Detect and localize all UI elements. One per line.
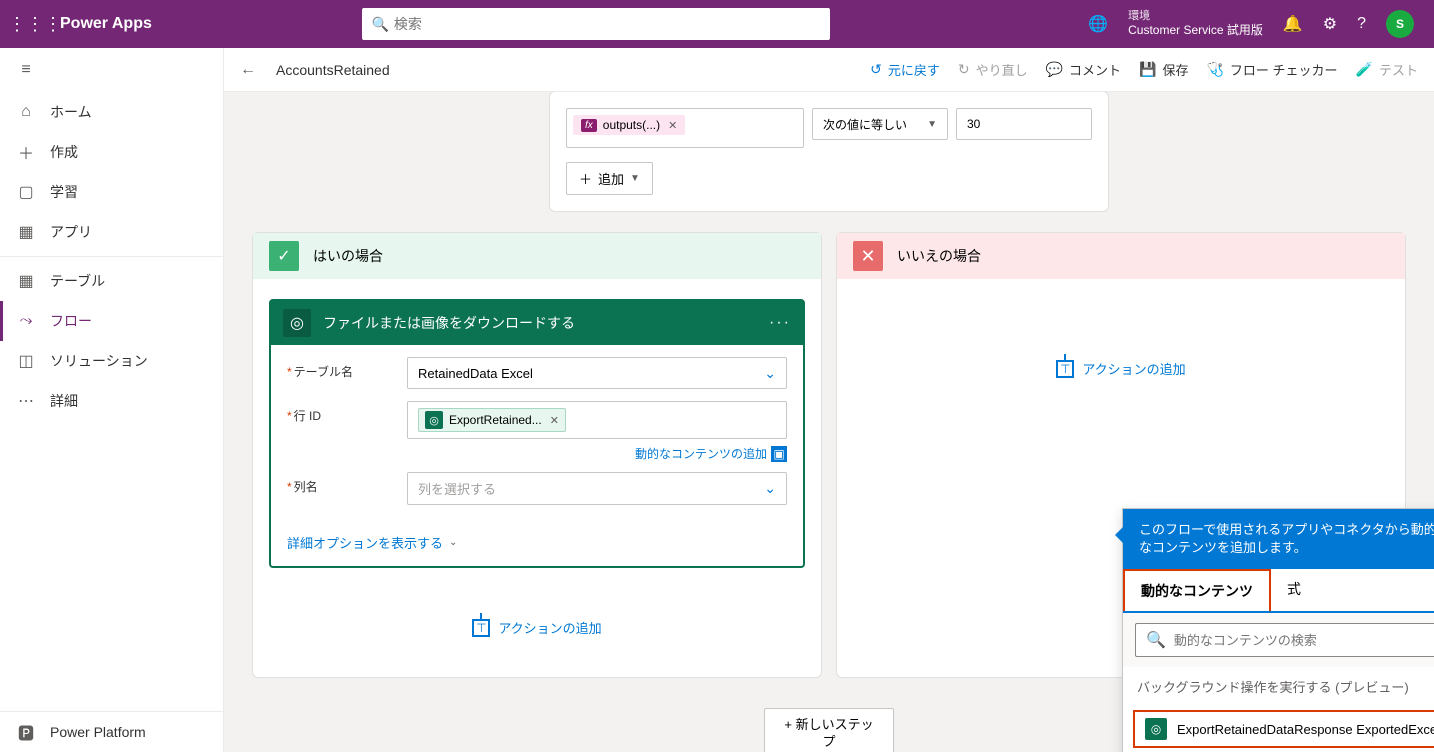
help-icon[interactable]: ?: [1357, 15, 1366, 33]
panel-beak: [1115, 527, 1123, 543]
test-button: 🧪テスト: [1356, 60, 1418, 79]
check-icon: ✓: [269, 241, 299, 271]
close-icon: ✕: [853, 241, 883, 271]
condition-operator-select[interactable]: 次の値に等しい▼: [812, 108, 948, 140]
dc-search-field[interactable]: [1174, 633, 1434, 648]
yes-branch: ✓ はいの場合 ◎ ファイルまたは画像をダウンロードする ··· *テーブル名 …: [252, 232, 822, 678]
column-name-select[interactable]: 列を選択する ⌄: [407, 472, 787, 505]
download-file-action[interactable]: ◎ ファイルまたは画像をダウンロードする ··· *テーブル名 Retained…: [269, 299, 805, 568]
app-launcher-icon[interactable]: ⋮⋮⋮: [8, 14, 56, 35]
comment-button[interactable]: 💬コメント: [1046, 60, 1121, 79]
environment-icon[interactable]: 🌐: [1088, 14, 1108, 34]
dc-search-input[interactable]: 🔍: [1135, 623, 1434, 657]
add-action-button[interactable]: ⊤ アクションの追加: [1056, 359, 1185, 378]
condition-right-input[interactable]: 30: [956, 108, 1092, 140]
tab-dynamic-content[interactable]: 動的なコンテンツ: [1123, 569, 1271, 611]
fx-icon: fx: [581, 119, 597, 132]
show-advanced-link[interactable]: 詳細オプションを表示する⌄: [271, 529, 803, 566]
table-name-label: *テーブル名: [287, 357, 407, 380]
environment-display[interactable]: 環境 Customer Service 試用版: [1128, 10, 1263, 38]
add-action-icon: ⊤: [472, 619, 490, 637]
chevron-down-icon: ▼: [927, 119, 937, 130]
remove-token-icon[interactable]: ✕: [550, 414, 559, 427]
nav-hamburger[interactable]: ≡: [0, 48, 223, 92]
back-arrow[interactable]: ←: [240, 61, 256, 79]
search-icon: 🔍: [372, 16, 389, 33]
nav-tables[interactable]: ▦テーブル: [0, 261, 223, 301]
remove-token-icon[interactable]: ✕: [668, 119, 677, 132]
nav-flows[interactable]: ⤳フロー: [0, 301, 223, 341]
undo-button[interactable]: ↺元に戻す: [870, 60, 940, 79]
chevron-down-icon: ▼: [630, 173, 640, 184]
branch-title: はいの場合: [313, 246, 383, 266]
condition-card[interactable]: fx outputs(...) ✕ 次の値に等しい▼ 30 ＋追加▼: [549, 92, 1109, 212]
table-name-select[interactable]: RetainedData Excel ⌄: [407, 357, 787, 389]
plus-icon: ＋: [579, 169, 592, 188]
chevron-down-icon: ⌄: [764, 480, 776, 497]
dataverse-icon: ◎: [425, 411, 443, 429]
dataverse-icon: ◎: [283, 309, 311, 337]
fx-token[interactable]: fx outputs(...) ✕: [573, 115, 685, 135]
add-action-button[interactable]: ⊤ アクションの追加: [472, 618, 601, 637]
dataverse-icon: ◎: [1145, 718, 1167, 740]
branch-title: いいえの場合: [897, 246, 981, 266]
dc-heading: このフローで使用されるアプリやコネクタから動的なコンテンツを追加します。: [1139, 521, 1434, 557]
nav-solutions[interactable]: ◫ソリューション: [0, 341, 223, 381]
column-name-label: *列名: [287, 472, 407, 495]
row-id-input[interactable]: ◎ ExportRetained... ✕: [407, 401, 787, 439]
row-id-token[interactable]: ◎ ExportRetained... ✕: [418, 408, 566, 432]
action-title: ファイルまたは画像をダウンロードする: [323, 313, 757, 333]
add-action-icon: ⊤: [1056, 360, 1074, 378]
nav-create[interactable]: ＋作成: [0, 132, 223, 172]
add-condition-button[interactable]: ＋追加▼: [566, 162, 653, 195]
nav-power-platform[interactable]: 🅿Power Platform: [0, 712, 223, 752]
notifications-icon[interactable]: 🔔: [1283, 14, 1303, 34]
chevron-down-icon: ⌄: [764, 365, 776, 382]
dc-group-header: バックグラウンド操作を実行する (プレビュー): [1123, 667, 1434, 706]
save-button[interactable]: 💾保存: [1139, 60, 1188, 79]
add-dynamic-content-link[interactable]: 動的なコンテンツの追加 ▣: [287, 445, 787, 462]
dc-item-exported-excel-id[interactable]: ◎ ExportRetainedDataResponse ExportedExc…: [1133, 710, 1434, 748]
flow-checker-button[interactable]: 🩺フロー チェッカー: [1206, 60, 1337, 79]
nav-more[interactable]: ⋯詳細: [0, 381, 223, 421]
search-icon: 🔍: [1146, 630, 1166, 650]
nav-home[interactable]: ⌂ホーム: [0, 92, 223, 132]
row-id-label: *行 ID: [287, 401, 407, 424]
redo-button: ↻やり直し: [958, 60, 1028, 79]
settings-icon[interactable]: ⚙: [1323, 14, 1337, 34]
new-step-button[interactable]: + 新しいステップ: [764, 708, 894, 752]
chevron-down-icon: ⌄: [449, 537, 457, 548]
dynamic-content-panel: このフローで使用されるアプリやコネクタから動的なコンテンツを追加します。 非表示…: [1122, 508, 1434, 752]
nav-apps[interactable]: ▦アプリ: [0, 212, 223, 252]
nav-learn[interactable]: ▢学習: [0, 172, 223, 212]
app-name: Power Apps: [60, 15, 152, 33]
page-title: AccountsRetained: [276, 62, 390, 78]
condition-left-input[interactable]: fx outputs(...) ✕: [566, 108, 804, 148]
tab-expression[interactable]: 式: [1271, 569, 1317, 611]
action-menu-icon[interactable]: ···: [769, 314, 791, 332]
avatar[interactable]: S: [1386, 10, 1414, 38]
plus-icon: ▣: [771, 446, 787, 462]
search-input[interactable]: [362, 8, 830, 40]
